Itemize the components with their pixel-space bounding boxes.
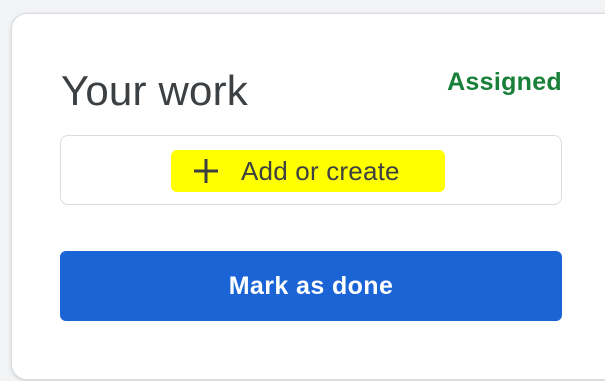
add-or-create-button[interactable]: Add or create [60, 135, 562, 205]
your-work-card: Your work Assigned Add or create Mark as… [11, 13, 605, 380]
mark-as-done-button[interactable]: Mark as done [60, 251, 562, 321]
card-title: Your work [61, 67, 249, 114]
add-button-content: Add or create [193, 154, 400, 188]
plus-icon [193, 158, 219, 184]
add-button-label: Add or create [241, 156, 400, 186]
status-label: Assigned [447, 68, 562, 96]
mark-as-done-label: Mark as done [228, 271, 394, 300]
